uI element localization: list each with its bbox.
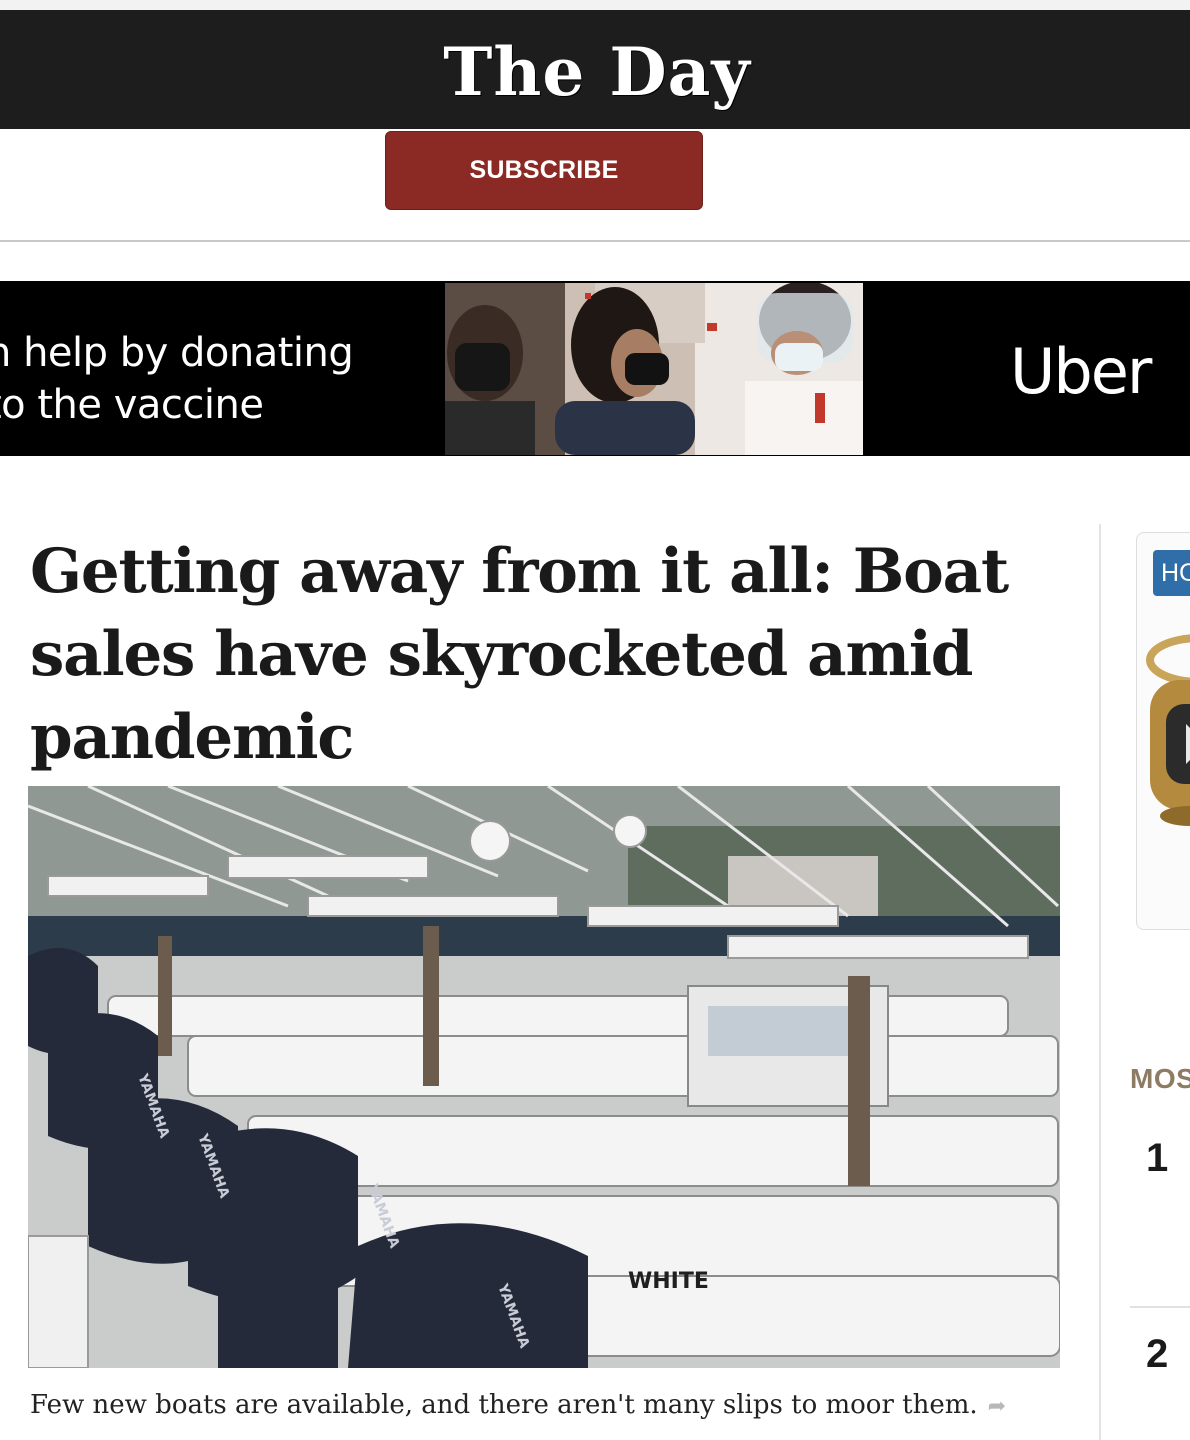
subscribe-button[interactable]: SUBSCRIBE	[385, 131, 703, 210]
header-divider	[0, 240, 1190, 242]
article-photo[interactable]: YAMAHA YAMAHA YAMAHA YAMAHA WHITE	[28, 786, 1060, 1368]
browser-top-strip	[0, 0, 1190, 10]
caption-text: Few new boats are available, and there a…	[30, 1390, 978, 1420]
hull-label: WHITE	[628, 1269, 709, 1294]
ad-copy: n help by donating to the vaccine	[0, 327, 354, 431]
column-divider	[1099, 524, 1101, 1440]
article-headline[interactable]: Getting away from it all: Boat sales hav…	[30, 530, 1030, 779]
ad-photo-illustration	[445, 283, 863, 455]
most-read-heading: MOS	[1130, 1063, 1190, 1094]
uber-logo: Uber	[1010, 335, 1152, 408]
ad-line-2: to the vaccine	[0, 382, 264, 428]
class-ring-image	[1140, 620, 1190, 840]
photo-caption: Few new boats are available, and there a…	[30, 1390, 1070, 1420]
ad-banner[interactable]: n help by donating to the vaccine Uber	[0, 281, 1190, 456]
site-logo[interactable]: The Day	[443, 33, 750, 111]
most-read-divider	[1130, 1306, 1190, 1308]
masthead: The Day	[0, 10, 1190, 129]
most-read-rank-2[interactable]: 2	[1146, 1332, 1168, 1377]
most-read-rank-1[interactable]: 1	[1146, 1136, 1168, 1181]
ring-illustration	[1146, 634, 1190, 826]
boats-marina-illustration: YAMAHA YAMAHA YAMAHA YAMAHA WHITE	[28, 786, 1060, 1368]
ad-photo-vaccination	[445, 283, 863, 455]
share-arrow-icon[interactable]: ➦	[988, 1394, 1006, 1419]
ad-line-1: n help by donating	[0, 330, 354, 376]
rail-badge: HC	[1153, 550, 1190, 596]
